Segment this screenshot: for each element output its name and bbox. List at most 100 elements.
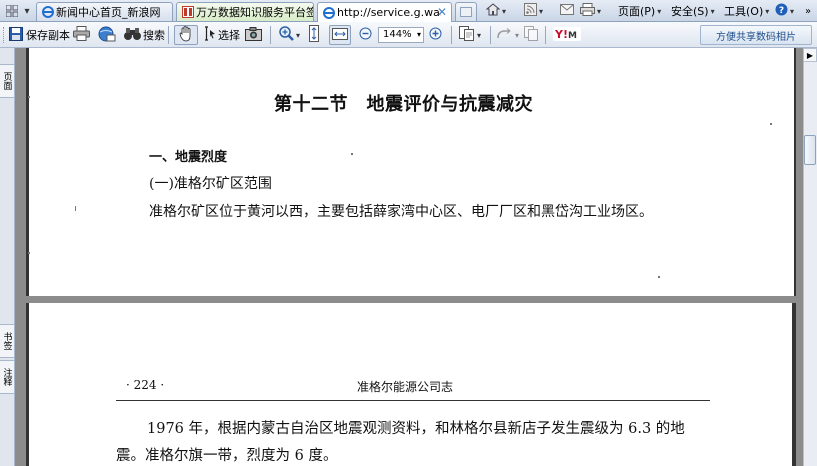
new-tab-button[interactable]: [455, 2, 477, 21]
printer-icon: [580, 3, 595, 19]
more-commands-chevron-icon[interactable]: »: [805, 2, 811, 20]
toolbar-grip: [3, 25, 5, 45]
share-photos-button[interactable]: 方便共享数码相片: [700, 25, 812, 45]
navigation-side-panel: 页面 书签 注释: [0, 48, 15, 466]
zoom-in-button[interactable]: [429, 25, 442, 45]
chevron-down-icon: ▾: [296, 30, 301, 40]
tab-sina-news[interactable]: 新闻中心首页_新浪网: [36, 2, 173, 21]
rotate-arrow-icon: [495, 27, 513, 43]
tab-label: http://service.g.wanf…: [337, 6, 441, 19]
chevron-down-icon: ▾: [790, 6, 795, 16]
zoom-tool-button[interactable]: ▾: [279, 25, 300, 45]
page-number: · 224 ·: [126, 378, 165, 392]
side-tab-comments[interactable]: 注释: [0, 360, 15, 394]
chevron-down-icon: ▾: [502, 6, 507, 16]
rss-feed-icon: [524, 3, 537, 19]
toolbar-divider: [545, 26, 546, 44]
save-copy-button[interactable]: 保存副本: [9, 25, 70, 45]
section-title: 第十二节 地震评价与抗震减灾: [274, 94, 533, 115]
yahoo-logo-button[interactable]: Y! M: [553, 25, 581, 45]
read-mail-button[interactable]: [560, 2, 574, 20]
camera-icon: [245, 26, 262, 44]
quick-tabs-icon[interactable]: [3, 2, 21, 20]
email-button[interactable]: [98, 25, 116, 45]
share-photos-label: 方便共享数码相片: [716, 31, 796, 43]
globe-mail-icon: [98, 26, 116, 45]
mail-icon: [560, 4, 574, 18]
hand-icon: [179, 25, 193, 45]
tab-wanfang-service[interactable]: http://service.g.wanf… ✕: [317, 2, 452, 22]
tab-wanfang-login[interactable]: 万方数据知识服务平台签…: [176, 2, 314, 21]
close-tab-icon[interactable]: ✕: [437, 5, 447, 19]
scan-speck: [658, 276, 660, 278]
print-button[interactable]: ▾: [580, 2, 601, 20]
page-menu[interactable]: 页面(P) ▾: [618, 2, 661, 20]
zoom-level-field[interactable]: 144% ▾: [378, 27, 424, 43]
heading-seismic-intensity: 一、地震烈度: [149, 150, 228, 165]
page-layout-button[interactable]: ▾: [459, 25, 481, 45]
document-properties-button[interactable]: [524, 25, 539, 45]
search-label: 搜索: [143, 29, 165, 42]
document-copy-icon: [524, 26, 539, 44]
toolbar-divider: [490, 26, 491, 44]
browser-tab-bar: ▾ 新闻中心首页_新浪网 万方数据知识服务平台签… http://service…: [0, 0, 817, 22]
print-button[interactable]: [73, 25, 90, 45]
ie-icon: [41, 6, 54, 19]
scrollbar-thumb[interactable]: [804, 135, 816, 165]
tab-list-chevron-down-icon[interactable]: ▾: [22, 2, 32, 20]
safety-menu[interactable]: 安全(S) ▾: [671, 2, 715, 20]
help-menu[interactable]: ? ▾: [775, 2, 794, 20]
pdf-page-1: 第十二节 地震评价与抗震减灾 一、地震烈度 (一)准格尔矿区范围 准格尔矿区位于…: [26, 48, 796, 296]
floppy-disk-icon: [9, 26, 23, 44]
svg-text:?: ?: [779, 6, 784, 16]
tab-label: 新闻中心首页_新浪网: [56, 6, 161, 19]
select-label: 选择: [218, 29, 240, 42]
fit-page-width-icon: [332, 27, 348, 43]
toolbar-divider: [168, 26, 169, 44]
toolbar-divider: [270, 26, 271, 44]
side-tab-bookmarks[interactable]: 书签: [0, 324, 15, 358]
svg-text:M: M: [568, 31, 577, 41]
subheading-mining-area-scope: (一)准格尔矿区范围: [149, 176, 272, 192]
yahoo-logo-icon: Y! M: [553, 26, 581, 44]
page-icon: [181, 6, 194, 19]
plus-circle-icon: [429, 27, 442, 43]
chevron-down-icon: ▾: [539, 6, 544, 16]
zoom-out-button[interactable]: [359, 25, 372, 45]
home-button[interactable]: ▾: [485, 2, 507, 20]
hand-tool-button[interactable]: [174, 25, 198, 45]
scan-speck: [28, 96, 30, 98]
vertical-scrollbar[interactable]: [803, 48, 817, 466]
scan-speck: [770, 123, 772, 125]
tools-menu[interactable]: 工具(O) ▾: [724, 2, 769, 20]
scan-speck: [351, 153, 353, 155]
help-icon: ?: [775, 3, 788, 19]
snapshot-tool-button[interactable]: [245, 25, 262, 45]
search-button[interactable]: 搜索: [124, 25, 165, 45]
chevron-down-icon: ▾: [416, 30, 421, 39]
select-tool-button[interactable]: 选择: [203, 25, 240, 45]
chevron-down-icon: ▾: [597, 6, 602, 16]
ie-icon: [322, 6, 335, 19]
chevron-down-icon: ▾: [477, 30, 482, 40]
scan-edge: [794, 48, 796, 296]
zoom-level-value: 144%: [383, 29, 412, 40]
svg-text:Y!: Y!: [554, 28, 568, 41]
fit-page-height-icon: [308, 25, 320, 45]
body-paragraph-line: 震。准格尔旗一带，烈度为 6 度。: [116, 448, 338, 464]
new-tab-icon: [460, 7, 472, 17]
fit-height-button[interactable]: [308, 25, 320, 45]
side-tab-label: 注释: [1, 368, 12, 386]
binoculars-icon: [124, 27, 141, 44]
scroll-up-arrow-icon[interactable]: ▶: [803, 48, 817, 62]
feeds-button[interactable]: ▾: [524, 2, 543, 20]
magnifier-zoom-icon: [279, 26, 294, 44]
save-copy-label: 保存副本: [26, 29, 70, 42]
pdf-page-2: · 224 · 准格尔能源公司志 1976 年，根据内蒙古自治区地震观测资料，和…: [26, 303, 796, 466]
rotate-button[interactable]: ▾: [495, 25, 519, 45]
scan-edge: [26, 303, 29, 466]
fit-width-button[interactable]: [329, 25, 351, 45]
scan-speck: [28, 252, 30, 254]
body-paragraph-line: 1976 年，根据内蒙古自治区地震观测资料，和林格尔县新店子发生震级为 6.3 …: [147, 421, 685, 437]
side-tab-pages[interactable]: 页面: [0, 64, 15, 98]
